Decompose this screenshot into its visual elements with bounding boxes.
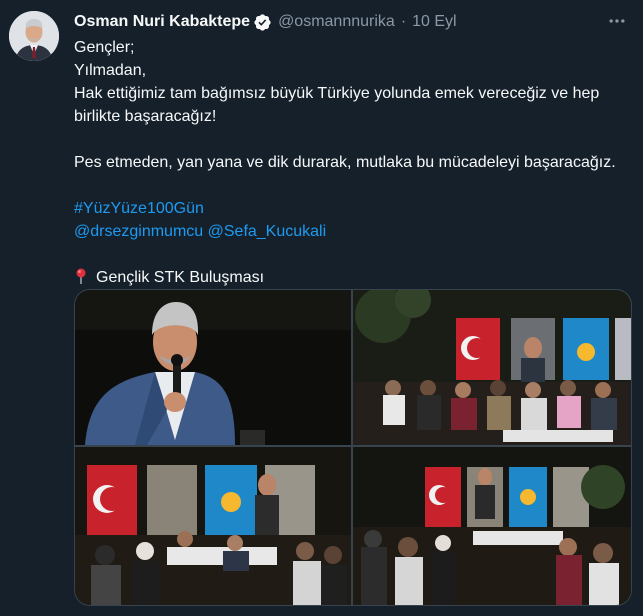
tweet-date[interactable]: 10 Eyl bbox=[412, 13, 456, 31]
more-options-icon[interactable] bbox=[605, 9, 629, 33]
round-pushpin-icon bbox=[74, 268, 88, 284]
hashtag-link[interactable]: #YüzYüze100Gün bbox=[74, 200, 204, 217]
tweet[interactable]: Osman Nuri Kabaktepe @osmannnurika · 10 … bbox=[0, 0, 643, 616]
mention-link[interactable]: @Sefa_Kucukali bbox=[208, 223, 327, 240]
avatar[interactable] bbox=[9, 11, 59, 61]
tweet-text: Gençler; Yılmadan, Hak ettiğimiz tam bağ… bbox=[74, 36, 629, 289]
verified-badge-icon bbox=[253, 13, 272, 32]
location-label: Gençlik STK Buluşması bbox=[96, 269, 265, 286]
mention-link[interactable]: @drsezginmumcu bbox=[74, 223, 203, 240]
photo-audience-left[interactable] bbox=[75, 447, 351, 605]
text-paragraph: Pes etmeden, yan yana ve dik durarak, mu… bbox=[74, 154, 616, 171]
media-grid bbox=[74, 289, 632, 606]
photo-audience-right[interactable] bbox=[353, 447, 631, 605]
text-line: Yılmadan, bbox=[74, 62, 147, 79]
author-handle[interactable]: @osmannnurika bbox=[278, 13, 395, 31]
tweet-header: Osman Nuri Kabaktepe @osmannnurika · 10 … bbox=[74, 11, 457, 33]
author-name[interactable]: Osman Nuri Kabaktepe bbox=[74, 13, 250, 31]
text-line: Hak ettiğimiz tam bağımsız büyük Türkiye… bbox=[74, 85, 600, 125]
dot-separator: · bbox=[400, 13, 407, 30]
text-line: Gençler; bbox=[74, 39, 135, 56]
photo-speaker-closeup[interactable] bbox=[75, 290, 351, 445]
photo-meeting-stage[interactable] bbox=[353, 290, 631, 445]
